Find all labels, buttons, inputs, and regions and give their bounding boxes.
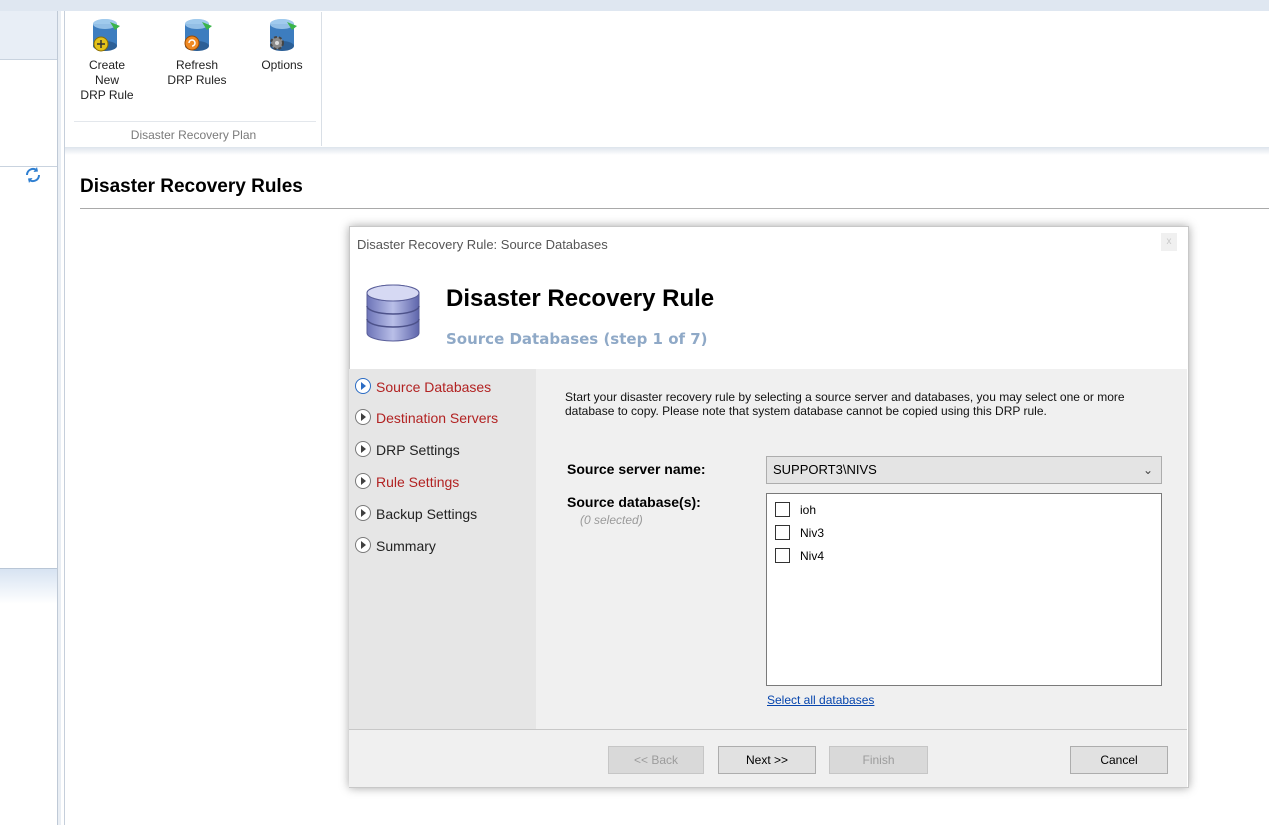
selected-count: (0 selected) <box>580 513 643 527</box>
step-label: Summary <box>376 538 436 554</box>
source-server-label: Source server name: <box>567 461 706 477</box>
step-source-databases[interactable]: Source Databases <box>355 378 491 395</box>
refresh-drp-rules-icon <box>184 19 212 51</box>
step-destination-servers[interactable]: Destination Servers <box>355 409 498 426</box>
options-button[interactable]: Options <box>252 16 312 73</box>
database-name: Niv3 <box>800 526 825 540</box>
cancel-button[interactable]: Cancel <box>1070 746 1168 774</box>
wizard-header-title: Disaster Recovery Rule <box>446 285 715 312</box>
window-top-strip <box>0 0 1269 11</box>
step-backup-settings[interactable]: Backup Settings <box>355 505 477 522</box>
database-name: ioh <box>800 503 817 517</box>
step-arrow-icon <box>355 441 371 457</box>
finish-button[interactable]: Finish <box>829 746 928 774</box>
step-arrow-icon <box>355 505 371 521</box>
step-summary[interactable]: Summary <box>355 537 436 554</box>
source-server-value: SUPPORT3\NIVS <box>773 462 877 477</box>
step-arrow-icon <box>355 537 371 553</box>
database-item-niv4[interactable]: Niv4 <box>775 548 824 563</box>
select-all-databases-link[interactable]: Select all databases <box>767 693 874 707</box>
create-drp-rule-icon <box>93 19 120 52</box>
options-button-label: Options <box>261 58 303 72</box>
create-new-drp-rule-button[interactable]: Create New DRP Rule <box>76 16 138 103</box>
database-checkbox[interactable] <box>775 502 790 517</box>
step-arrow-icon <box>355 473 371 489</box>
left-panel-footer <box>0 569 57 604</box>
ribbon-shadow <box>65 147 1269 155</box>
step-label: Destination Servers <box>376 410 499 426</box>
database-item-ioh[interactable]: ioh <box>775 502 816 517</box>
ribbon-group-separator <box>74 121 316 122</box>
ribbon-group-label: Disaster Recovery Plan <box>130 128 257 142</box>
database-item-niv3[interactable]: Niv3 <box>775 525 824 540</box>
step-label: Source Databases <box>376 379 492 395</box>
database-name: Niv4 <box>800 549 825 563</box>
database-icon <box>366 284 420 342</box>
source-server-select[interactable]: SUPPORT3\NIVS ⌄ <box>766 456 1162 484</box>
step-arrow-icon <box>355 409 371 425</box>
back-button[interactable]: << Back <box>608 746 704 774</box>
step-label: Rule Settings <box>376 474 460 490</box>
page-title: Disaster Recovery Rules <box>80 176 303 197</box>
source-databases-label: Source database(s): <box>567 494 701 510</box>
next-button[interactable]: Next >> <box>718 746 816 774</box>
refresh-drp-rules-button[interactable]: Refresh DRP Rules <box>166 16 228 88</box>
options-icon <box>270 19 297 51</box>
wizard-intro-text: Start your disaster recovery rule by sel… <box>565 390 1125 418</box>
left-panel-header <box>0 11 57 60</box>
refresh-button-label-line1: Refresh <box>175 58 219 72</box>
wizard-header-subtitle: Source Databases (step 1 of 7) <box>446 330 708 348</box>
sync-icon[interactable] <box>24 166 42 184</box>
create-button-label-line2: DRP Rule <box>80 88 134 102</box>
step-label: Backup Settings <box>376 506 478 522</box>
page-title-divider <box>80 208 1269 209</box>
panel-splitter[interactable] <box>57 11 61 825</box>
chevron-down-icon: ⌄ <box>1142 463 1153 477</box>
refresh-button-label-line2: DRP Rules <box>167 73 227 87</box>
database-checkbox[interactable] <box>775 525 790 540</box>
database-checkbox[interactable] <box>775 548 790 563</box>
step-arrow-icon <box>355 378 371 394</box>
step-rule-settings[interactable]: Rule Settings <box>355 473 459 490</box>
source-databases-list[interactable] <box>766 493 1162 686</box>
left-panel-body <box>0 202 57 569</box>
step-label: DRP Settings <box>376 442 460 458</box>
dialog-window-title: Disaster Recovery Rule: Source Databases <box>357 237 608 252</box>
dialog-close-button[interactable]: x <box>1161 233 1177 251</box>
create-button-label-line1: Create New <box>88 58 126 87</box>
step-drp-settings[interactable]: DRP Settings <box>355 441 460 458</box>
